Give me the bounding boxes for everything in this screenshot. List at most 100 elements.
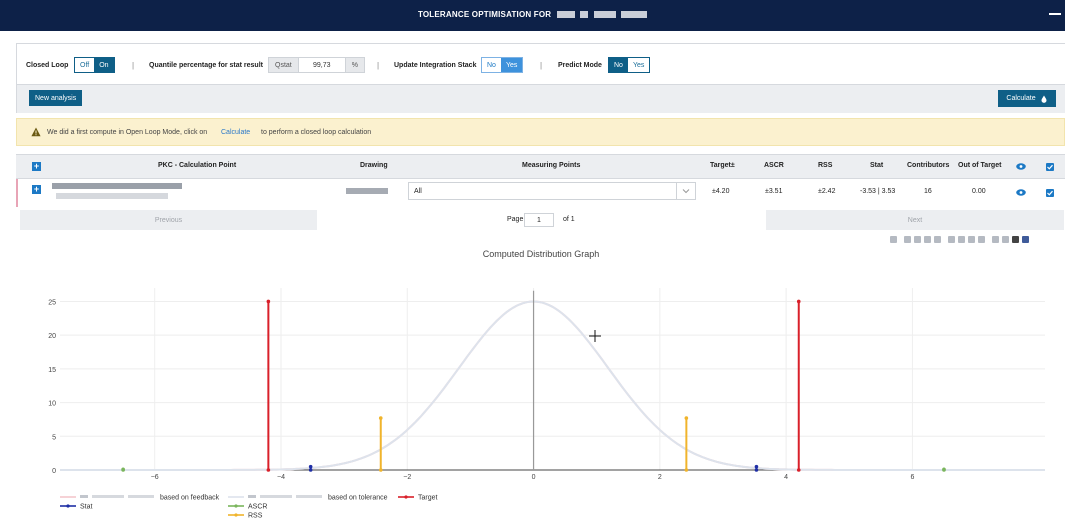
chevron-down-icon[interactable] xyxy=(676,183,695,199)
stem-base-point xyxy=(378,468,383,472)
col-rss: RSS xyxy=(818,162,833,169)
table-row: + All ±4.20 ±3.51 ±2.42 -3.53 | 3.53 16 … xyxy=(16,179,1065,207)
legend-marker xyxy=(66,504,70,508)
stem-point xyxy=(378,416,383,420)
new-analysis-button[interactable]: New analysis xyxy=(29,90,83,106)
redacted-text xyxy=(621,11,648,19)
stem-point xyxy=(684,416,689,420)
page-input[interactable]: 1 xyxy=(524,213,554,227)
chart-series xyxy=(60,290,1045,472)
cell-rss: ±2.42 xyxy=(818,188,836,195)
zoom-in-icon[interactable] xyxy=(948,236,955,243)
y-tick-label: 20 xyxy=(48,333,56,340)
x-tick-label: −2 xyxy=(403,474,411,481)
quantile-label: Quantile percentage for stat result xyxy=(149,62,263,69)
next-button[interactable]: Next xyxy=(766,210,1064,230)
update-stack-label: Update Integration Stack xyxy=(394,62,477,69)
previous-button[interactable]: Previous xyxy=(20,210,317,230)
stem-base-point xyxy=(754,468,759,472)
col-measuring-points: Measuring Points xyxy=(522,162,581,169)
spike-lines-icon[interactable] xyxy=(992,236,999,243)
update-stack-yes-button[interactable]: Yes xyxy=(500,58,523,72)
legend-redacted xyxy=(128,495,154,498)
legend-marker xyxy=(234,504,238,508)
minimize-icon[interactable] xyxy=(1049,13,1061,15)
redacted-text xyxy=(593,11,616,19)
legend-marker xyxy=(234,513,238,517)
measuring-points-select[interactable]: All xyxy=(408,182,696,200)
info-alert: We did a first compute in Open Loop Mode… xyxy=(16,118,1065,146)
pkc-sub-redacted xyxy=(56,193,168,200)
results-table: + PKC - Calculation Point Drawing Measur… xyxy=(16,154,1065,207)
autoscale-icon[interactable] xyxy=(968,236,975,243)
camera-icon[interactable] xyxy=(890,236,897,243)
x-axis-ticks: −6 −4 −2 0 2 4 6 xyxy=(151,474,915,481)
plotly-logo-icon[interactable] xyxy=(1022,236,1029,243)
eye-icon[interactable] xyxy=(1016,163,1026,170)
closed-loop-toggle[interactable]: Off On xyxy=(74,57,115,73)
home-icon[interactable] xyxy=(978,236,985,243)
check-icon xyxy=(1047,190,1053,196)
stem-base-point xyxy=(121,468,125,472)
col-drawing: Drawing xyxy=(360,162,388,169)
closed-loop-label: Closed Loop xyxy=(26,62,69,69)
page-of-label: of 1 xyxy=(563,216,575,223)
row-checkbox[interactable] xyxy=(1046,189,1054,197)
update-stack-no-button[interactable]: No xyxy=(482,58,501,72)
redacted-text xyxy=(556,11,575,19)
select-all-checkbox[interactable] xyxy=(1046,163,1054,171)
col-stat: Stat xyxy=(870,162,884,169)
options-panel: Closed Loop Off On | Quantile percentage… xyxy=(16,43,1065,113)
legend-label: Stat xyxy=(80,504,93,511)
y-axis-ticks: 0 5 10 15 20 25 xyxy=(48,299,56,475)
predict-yes-button[interactable]: Yes xyxy=(627,58,650,72)
expand-all-icon[interactable]: + xyxy=(32,162,41,171)
stem-point xyxy=(796,299,801,304)
closed-loop-on-button[interactable]: On xyxy=(94,58,114,72)
col-target: Target± xyxy=(710,162,735,169)
col-contributors: Contributors xyxy=(907,162,950,169)
box-select-icon[interactable] xyxy=(924,236,931,243)
y-tick-label: 15 xyxy=(48,367,56,374)
hover-compare-icon[interactable] xyxy=(1012,236,1019,243)
hover-closest-icon[interactable] xyxy=(1002,236,1009,243)
stem-point xyxy=(266,299,271,304)
qstat-input-group: Qstat 99,73 % xyxy=(268,57,365,73)
col-out-of-target: Out of Target xyxy=(958,162,1002,169)
legend-redacted xyxy=(248,495,256,498)
update-stack-toggle[interactable]: No Yes xyxy=(481,57,524,73)
x-tick-label: 0 xyxy=(532,474,536,481)
zoom-out-icon[interactable] xyxy=(958,236,965,243)
alert-calculate-link[interactable]: Calculate xyxy=(221,129,250,136)
y-tick-label: 0 xyxy=(52,468,56,475)
legend-redacted xyxy=(80,495,88,498)
pkc-redacted xyxy=(52,183,182,190)
check-icon xyxy=(1047,164,1053,170)
page-label: Page xyxy=(507,216,524,223)
predict-mode-label: Predict Mode xyxy=(558,62,602,69)
eye-icon[interactable] xyxy=(1016,189,1026,196)
separator: | xyxy=(132,61,135,70)
table-header: + PKC - Calculation Point Drawing Measur… xyxy=(16,155,1065,179)
warning-icon xyxy=(31,127,41,137)
legend-redacted xyxy=(260,495,292,498)
closed-loop-off-button[interactable]: Off xyxy=(75,58,95,72)
distribution-chart: Computed Distribution Graph 0510152025 −… xyxy=(48,249,1045,519)
predict-mode-toggle[interactable]: No Yes xyxy=(608,57,651,73)
cell-ascr: ±3.51 xyxy=(765,188,783,195)
zoom-icon[interactable] xyxy=(904,236,911,243)
legend-label: Target xyxy=(418,495,438,502)
x-tick-label: 2 xyxy=(658,474,662,481)
separator: | xyxy=(540,61,543,70)
pan-icon[interactable] xyxy=(914,236,921,243)
legend-label: ASCR xyxy=(248,504,267,511)
col-ascr: ASCR xyxy=(764,162,784,169)
lasso-icon[interactable] xyxy=(934,236,941,243)
cell-stat: -3.53 | 3.53 xyxy=(860,188,896,195)
calculate-button[interactable]: Calculate xyxy=(998,90,1056,107)
qstat-input[interactable]: 99,73 xyxy=(297,58,346,72)
legend-redacted xyxy=(92,495,124,498)
legend-label: based on feedback xyxy=(160,495,220,502)
predict-no-button[interactable]: No xyxy=(609,58,628,72)
expand-row-icon[interactable]: + xyxy=(32,185,41,194)
